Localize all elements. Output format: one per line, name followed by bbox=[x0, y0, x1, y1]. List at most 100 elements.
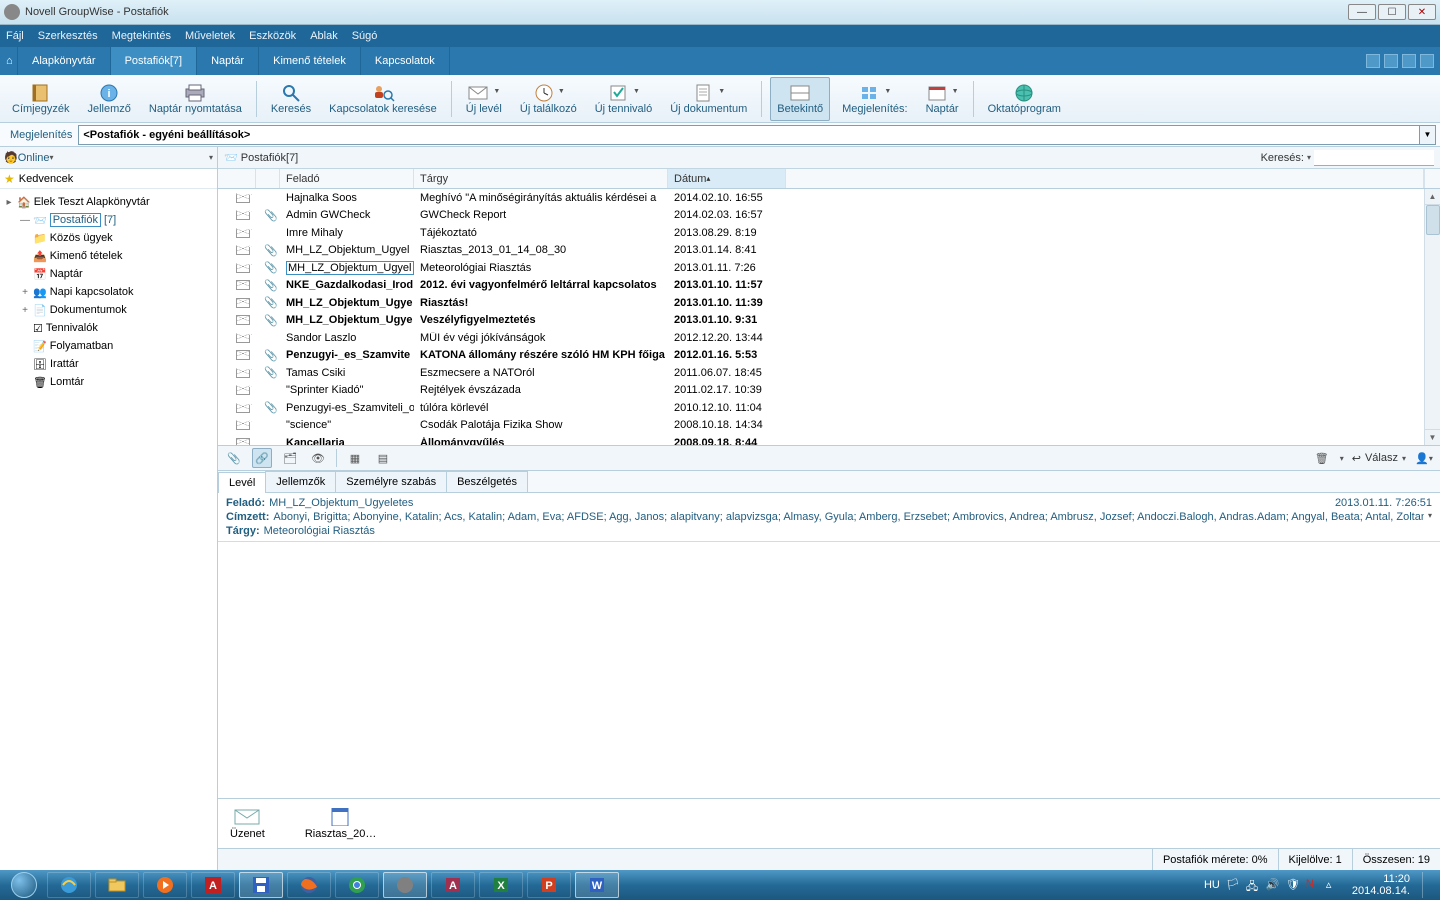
message-row[interactable]: 📎NKE_Gazdalkodasi_Irod2012. évi vagyonfe… bbox=[218, 277, 1440, 295]
taskbar-groupwise[interactable] bbox=[383, 872, 427, 898]
message-row[interactable]: "Sprinter Kiadó" Rejtélyek évszázada2011… bbox=[218, 382, 1440, 400]
menu-tools[interactable]: Eszközök bbox=[249, 30, 296, 42]
tree-wip[interactable]: 📝Folyamatban bbox=[0, 337, 217, 355]
tree-sent[interactable]: 📤Kimenő tételek bbox=[0, 247, 217, 265]
tab-calendar[interactable]: Naptár bbox=[197, 47, 259, 75]
status-online-row[interactable]: 🧑 Online▾ ▾ bbox=[0, 147, 217, 169]
menu-actions[interactable]: Műveletek bbox=[185, 30, 235, 42]
message-row[interactable]: 📎MH_LZ_Objektum_UgyeVeszélyfigyelmezteté… bbox=[218, 312, 1440, 330]
taskbar-access[interactable]: A bbox=[431, 872, 475, 898]
message-row[interactable]: 📎Penzugyi-es_Szamviteli_otúlóra körlevél… bbox=[218, 399, 1440, 417]
btn-find[interactable]: Keresés bbox=[265, 77, 317, 121]
preview-tab-mail[interactable]: Levél bbox=[218, 472, 266, 493]
btn-new-document[interactable]: ▼ Új dokumentum bbox=[664, 77, 753, 121]
preview-tab-personal[interactable]: Személyre szabás bbox=[335, 471, 447, 492]
tree-daily[interactable]: +👥Napi kapcsolatok bbox=[0, 283, 217, 301]
view-tool-icon[interactable]: 👁 bbox=[308, 448, 328, 468]
tray-misc2-icon[interactable]: N bbox=[1306, 878, 1320, 892]
message-row[interactable]: 📎MH_LZ_Objektum_UgyeRiasztás!2013.01.10.… bbox=[218, 294, 1440, 312]
taskbar-explorer[interactable] bbox=[95, 872, 139, 898]
btn-display-menu[interactable]: ▼ Megjelenítés: bbox=[836, 77, 913, 121]
message-row[interactable]: 📎MH_LZ_Objektum_UgyelRiasztas_2013_01_14… bbox=[218, 242, 1440, 260]
show-desktop-button[interactable] bbox=[1422, 872, 1430, 898]
card-tool-icon[interactable]: 🗂 bbox=[280, 448, 300, 468]
search-input[interactable] bbox=[1314, 150, 1434, 166]
taskbar-firefox[interactable] bbox=[287, 872, 331, 898]
favorites-row[interactable]: ★ Kedvencek bbox=[0, 169, 217, 189]
message-row[interactable]: Imre MihalyTájékoztató2013.08.29. 8:19 bbox=[218, 224, 1440, 242]
btn-addressbook[interactable]: Címjegyzék bbox=[6, 77, 75, 121]
tree-trash[interactable]: 🗑Lomtár bbox=[0, 373, 217, 391]
chevron-down-icon[interactable]: ▾ bbox=[209, 153, 213, 162]
taskbar-word[interactable]: W bbox=[575, 872, 619, 898]
start-button[interactable] bbox=[4, 870, 44, 900]
taskbar-powerpoint[interactable]: P bbox=[527, 872, 571, 898]
tree-archive[interactable]: 🗄Irattár bbox=[0, 355, 217, 373]
tree-calendar[interactable]: 📅Naptár bbox=[0, 265, 217, 283]
btn-new-task[interactable]: ▼ Új tennivaló bbox=[589, 77, 658, 121]
btn-new-mail[interactable]: ▼ Új levél bbox=[460, 77, 508, 121]
vertical-scrollbar[interactable]: ▲ ▼ bbox=[1424, 189, 1440, 445]
reply-button[interactable]: ↩ Válasz ▾ bbox=[1352, 452, 1406, 465]
menu-edit[interactable]: Szerkesztés bbox=[38, 30, 98, 42]
taskbar-chrome[interactable] bbox=[335, 872, 379, 898]
menu-view[interactable]: Megtekintés bbox=[112, 30, 171, 42]
attach-tool-icon[interactable]: 📎 bbox=[224, 448, 244, 468]
layout-btn-3[interactable] bbox=[1402, 54, 1416, 68]
display-combo-dropdown[interactable]: ▼ bbox=[1420, 125, 1436, 145]
btn-properties[interactable]: i Jellemző bbox=[81, 77, 136, 121]
menu-window[interactable]: Ablak bbox=[310, 30, 338, 42]
tab-main-library[interactable]: Alapkönyvtár bbox=[18, 47, 111, 75]
tray-flag-icon[interactable]: 🏳 bbox=[1226, 878, 1240, 892]
layout-a-icon[interactable]: ▦ bbox=[345, 448, 365, 468]
layout-btn-4[interactable] bbox=[1420, 54, 1434, 68]
col-date[interactable]: Dátum ▴ bbox=[668, 169, 786, 188]
taskbar-ie[interactable] bbox=[47, 872, 91, 898]
tab-sent[interactable]: Kimenő tételek bbox=[259, 47, 361, 75]
tab-home[interactable]: ⌂ bbox=[0, 47, 18, 75]
message-row[interactable]: Hajnalka SoosMeghívó "A minőségirányítás… bbox=[218, 189, 1440, 207]
tree-shared[interactable]: 📁Közös ügyek bbox=[0, 229, 217, 247]
taskbar-save[interactable] bbox=[239, 872, 283, 898]
tray-volume-icon[interactable]: 🔊 bbox=[1266, 878, 1280, 892]
tab-contacts[interactable]: Kapcsolatok bbox=[361, 47, 450, 75]
tray-misc1-icon[interactable]: 🛡 bbox=[1286, 878, 1300, 892]
maximize-button[interactable]: ☐ bbox=[1378, 4, 1406, 20]
col-from[interactable]: Feladó bbox=[280, 169, 414, 188]
col-subject[interactable]: Tárgy bbox=[414, 169, 668, 188]
delete-tool-icon[interactable]: 🗑 bbox=[1312, 448, 1332, 468]
tray-misc3-icon[interactable]: ▵ bbox=[1326, 878, 1340, 892]
message-row[interactable]: 📎MH_LZ_Objektum_UgyelMeteorológiai Riasz… bbox=[218, 259, 1440, 277]
col-icon[interactable] bbox=[218, 169, 256, 188]
preview-tab-props[interactable]: Jellemzők bbox=[265, 471, 336, 492]
message-row[interactable]: "science" Csodák Palotája Fizika Show200… bbox=[218, 417, 1440, 435]
layout-b-icon[interactable]: ▤ bbox=[373, 448, 393, 468]
menu-file[interactable]: Fájl bbox=[6, 30, 24, 42]
layout-btn-2[interactable] bbox=[1384, 54, 1398, 68]
tree-mailbox[interactable]: —📨Postafiók [7] bbox=[0, 211, 217, 229]
btn-find-contacts[interactable]: Kapcsolatok keresése bbox=[323, 77, 443, 121]
btn-print-calendar[interactable]: Naptár nyomtatása bbox=[143, 77, 248, 121]
message-row[interactable]: 📎Admin GWCheckGWCheck Report2014.02.03. … bbox=[218, 207, 1440, 225]
btn-peek[interactable]: Betekintő bbox=[770, 77, 830, 121]
close-button[interactable]: ✕ bbox=[1408, 4, 1436, 20]
btn-tutorial[interactable]: Oktatóprogram bbox=[982, 77, 1067, 121]
attachment-message[interactable]: Üzenet bbox=[230, 808, 265, 840]
menu-help[interactable]: Súgó bbox=[352, 30, 378, 42]
scroll-thumb[interactable] bbox=[1426, 205, 1440, 235]
tree-todo[interactable]: ☑Tennivalók bbox=[0, 319, 217, 337]
tray-lang[interactable]: HU bbox=[1204, 879, 1220, 891]
message-row[interactable]: KancellariaÁllománygyűlés2008.09.18. 8:4… bbox=[218, 434, 1440, 445]
display-combo[interactable]: <Postafiók - egyéni beállítások> bbox=[78, 125, 1420, 145]
tab-mailbox[interactable]: Postafiók[7] bbox=[111, 47, 197, 75]
preview-tab-discuss[interactable]: Beszélgetés bbox=[446, 471, 528, 492]
tree-root[interactable]: ▸🏠Elek Teszt Alapkönyvtár bbox=[0, 193, 217, 211]
scroll-down-icon[interactable]: ▼ bbox=[1425, 429, 1440, 445]
layout-btn-1[interactable] bbox=[1366, 54, 1380, 68]
tree-docs[interactable]: +📄Dokumentumok bbox=[0, 301, 217, 319]
scroll-up-icon[interactable]: ▲ bbox=[1425, 189, 1440, 205]
taskbar-media[interactable] bbox=[143, 872, 187, 898]
message-row[interactable]: 📎Penzugyi-_es_SzamviteKATONA állomány ré… bbox=[218, 347, 1440, 365]
taskbar-excel[interactable]: X bbox=[479, 872, 523, 898]
quick-search[interactable]: Keresés:▾ bbox=[1261, 150, 1434, 166]
